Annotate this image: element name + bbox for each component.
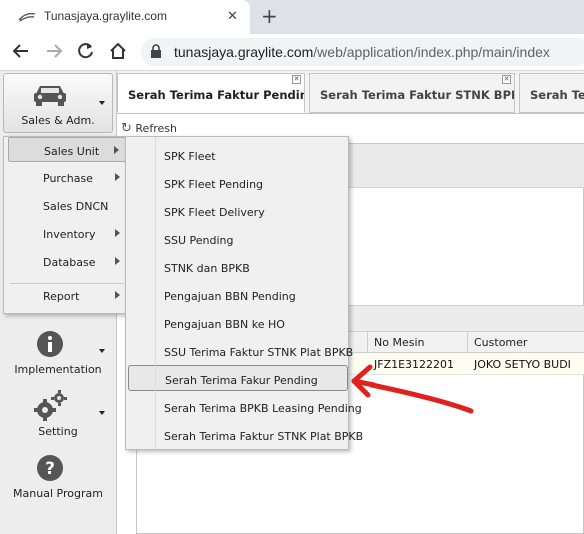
- menu-item-label: Sales Unit: [44, 145, 100, 158]
- menu-item-pengajuan-bbn-pending[interactable]: Pengajuan BBN Pending: [128, 282, 348, 308]
- nav-sales-adm-label: Sales & Adm.: [21, 114, 95, 127]
- home-icon[interactable]: [108, 41, 128, 61]
- menu-item-serah-terima-fakur-pending[interactable]: Serah Terima Fakur Pending: [128, 365, 348, 391]
- menu-item-database[interactable]: Database: [8, 249, 126, 274]
- tab-label: Serah Teri: [530, 88, 584, 102]
- menu-gutter: [155, 137, 156, 449]
- menu-item-inventory[interactable]: Inventory: [8, 221, 126, 246]
- menu-item-label: Purchase: [43, 172, 93, 185]
- close-icon[interactable]: ✕: [502, 75, 511, 84]
- chevron-right-icon: [115, 173, 120, 181]
- reload-icon[interactable]: [77, 42, 95, 60]
- menu-separator: [10, 283, 124, 284]
- forward-icon[interactable]: [45, 42, 63, 60]
- nav-implementation-label[interactable]: Implementation: [3, 363, 113, 376]
- chevron-right-icon: [115, 229, 120, 237]
- menu-item-pengajuan-bbn-ke-ho[interactable]: Pengajuan BBN ke HO: [128, 310, 348, 336]
- sales-adm-menu: Sales Unit Purchase Sales DNCN Inventory…: [3, 136, 127, 314]
- menu-item-report[interactable]: Report: [8, 283, 126, 308]
- menu-item-spk-fleet-pending[interactable]: SPK Fleet Pending: [128, 170, 348, 196]
- cell-customer: JOKO SETYO BUDI: [474, 358, 571, 371]
- menu-item-label: Report: [43, 290, 80, 303]
- menu-item-serah-terima-faktur-stnk-plat-bpkb[interactable]: Serah Terima Faktur STNK Plat BPKB: [128, 422, 363, 448]
- url-path: /web/application/index.php/main/index: [313, 44, 550, 60]
- column-header-no-mesin[interactable]: No Mesin: [374, 336, 424, 349]
- tab-label: Serah Terima Faktur STNK BPKB: [320, 88, 515, 102]
- menu-item-label: Inventory: [43, 228, 96, 241]
- chevron-right-icon: [115, 291, 120, 299]
- tab-serah-teri[interactable]: Serah Teri: [519, 73, 584, 113]
- back-icon[interactable]: [12, 42, 30, 60]
- menu-item-spk-fleet[interactable]: SPK Fleet: [128, 142, 348, 168]
- browser-tab-title: Tunasjaya.graylite.com: [44, 9, 167, 23]
- menu-item-ssu-pending[interactable]: SSU Pending: [128, 226, 348, 252]
- tab-serah-terima-faktur-stnk-bpkb[interactable]: Serah Terima Faktur STNK BPKB ✕: [309, 73, 515, 113]
- refresh-icon: ↻: [121, 121, 132, 136]
- menu-item-ssu-terima-faktur-stnk-plat-bpkb[interactable]: SSU Terima Faktur STNK Plat BPKB: [128, 338, 353, 364]
- info-icon[interactable]: [36, 330, 64, 358]
- menu-item-serah-terima-bpkb-leasing-pending[interactable]: Serah Terima BPKB Leasing Pending: [128, 394, 362, 420]
- sales-unit-submenu: SPK Fleet SPK Fleet Pending SPK Fleet De…: [125, 136, 363, 450]
- gears-icon[interactable]: [32, 389, 68, 423]
- menu-item-purchase[interactable]: Purchase: [8, 165, 126, 190]
- menu-item-label: Database: [43, 256, 96, 269]
- lock-icon[interactable]: [150, 44, 162, 59]
- nav-manual-program-label[interactable]: Manual Program: [3, 487, 113, 500]
- menu-item-stnk-dan-bpkb[interactable]: STNK dan BPKB: [128, 254, 348, 280]
- help-icon[interactable]: ?: [36, 454, 64, 482]
- url-text[interactable]: tunasjaya.graylite.com/web/application/i…: [174, 44, 550, 60]
- menu-item-sales-unit[interactable]: Sales Unit: [8, 137, 126, 162]
- graylite-logo-icon: [18, 12, 36, 22]
- chevron-down-icon: [99, 101, 105, 105]
- close-icon[interactable]: ✕: [292, 75, 301, 84]
- chevron-down-icon: [99, 411, 105, 415]
- refresh-label: Refresh: [135, 122, 177, 135]
- chevron-right-icon: [114, 146, 119, 154]
- new-tab-icon[interactable]: +: [261, 4, 278, 28]
- chevron-right-icon: [115, 257, 120, 265]
- tab-label: Serah Terima Faktur Pending: [128, 88, 305, 102]
- svg-text:?: ?: [45, 459, 55, 479]
- tab-serah-terima-faktur-pending[interactable]: Serah Terima Faktur Pending ✕: [117, 73, 305, 113]
- column-header-customer[interactable]: Customer: [474, 336, 527, 349]
- menu-item-sales-dncn[interactable]: Sales DNCN: [8, 193, 126, 218]
- menu-item-spk-fleet-delivery[interactable]: SPK Fleet Delivery: [128, 198, 348, 224]
- url-host: tunasjaya.graylite.com: [174, 44, 314, 60]
- car-icon: [34, 86, 66, 106]
- chevron-down-icon: [99, 349, 105, 353]
- nav-setting-label[interactable]: Setting: [3, 425, 113, 438]
- menu-item-label: Sales DNCN: [43, 200, 109, 213]
- refresh-button[interactable]: ↻ Refresh: [121, 121, 177, 136]
- close-icon[interactable]: ✕: [227, 9, 238, 24]
- annotation-arrow-icon: [351, 364, 474, 414]
